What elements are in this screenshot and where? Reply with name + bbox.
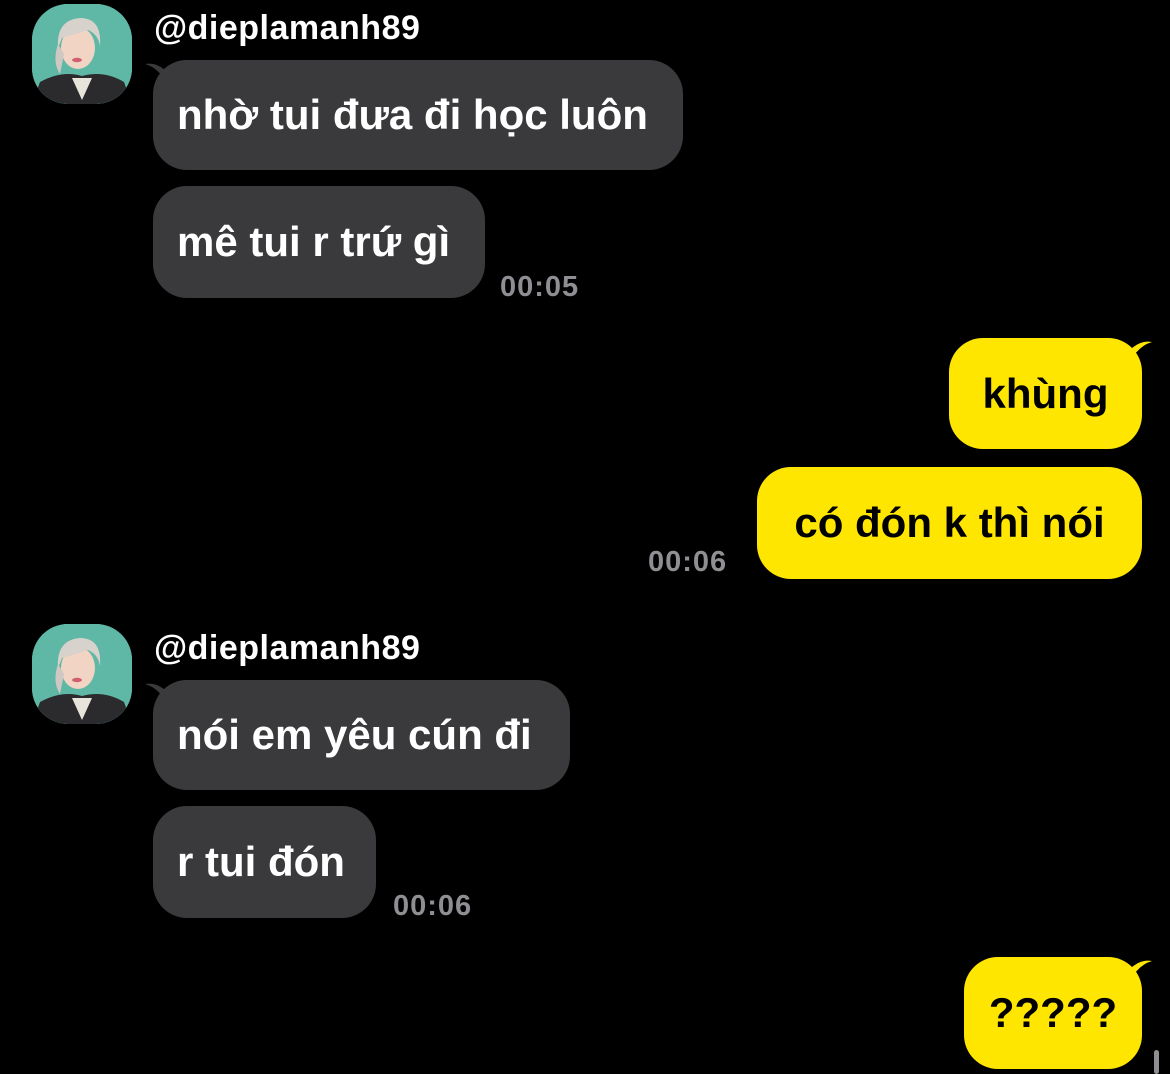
message-bubble[interactable]: r tui đón [153, 806, 376, 918]
message-bubble[interactable]: ????? [964, 957, 1142, 1069]
scrollbar[interactable] [1154, 1050, 1159, 1074]
sender-avatar[interactable] [32, 624, 132, 724]
chat-thread: @dieplamanh89 nhờ tui đưa đi học luôn mê… [0, 0, 1170, 1074]
message-timestamp: 00:06 [393, 890, 473, 922]
message-timestamp: 00:06 [648, 546, 728, 578]
message-timestamp: 00:05 [500, 271, 580, 303]
message-bubble[interactable]: nhờ tui đưa đi học luôn [153, 60, 683, 170]
message-bubble[interactable]: nói em yêu cún đi [153, 680, 570, 790]
sender-avatar[interactable] [32, 4, 132, 104]
message-bubble[interactable]: khùng [949, 338, 1142, 449]
message-bubble[interactable]: có đón k thì nói [757, 467, 1142, 579]
avatar-photo-icon [32, 624, 132, 724]
avatar-photo-icon [32, 4, 132, 104]
sender-name: @dieplamanh89 [154, 9, 421, 47]
sender-name: @dieplamanh89 [154, 629, 421, 667]
message-bubble[interactable]: mê tui r trứ gì [153, 186, 485, 298]
